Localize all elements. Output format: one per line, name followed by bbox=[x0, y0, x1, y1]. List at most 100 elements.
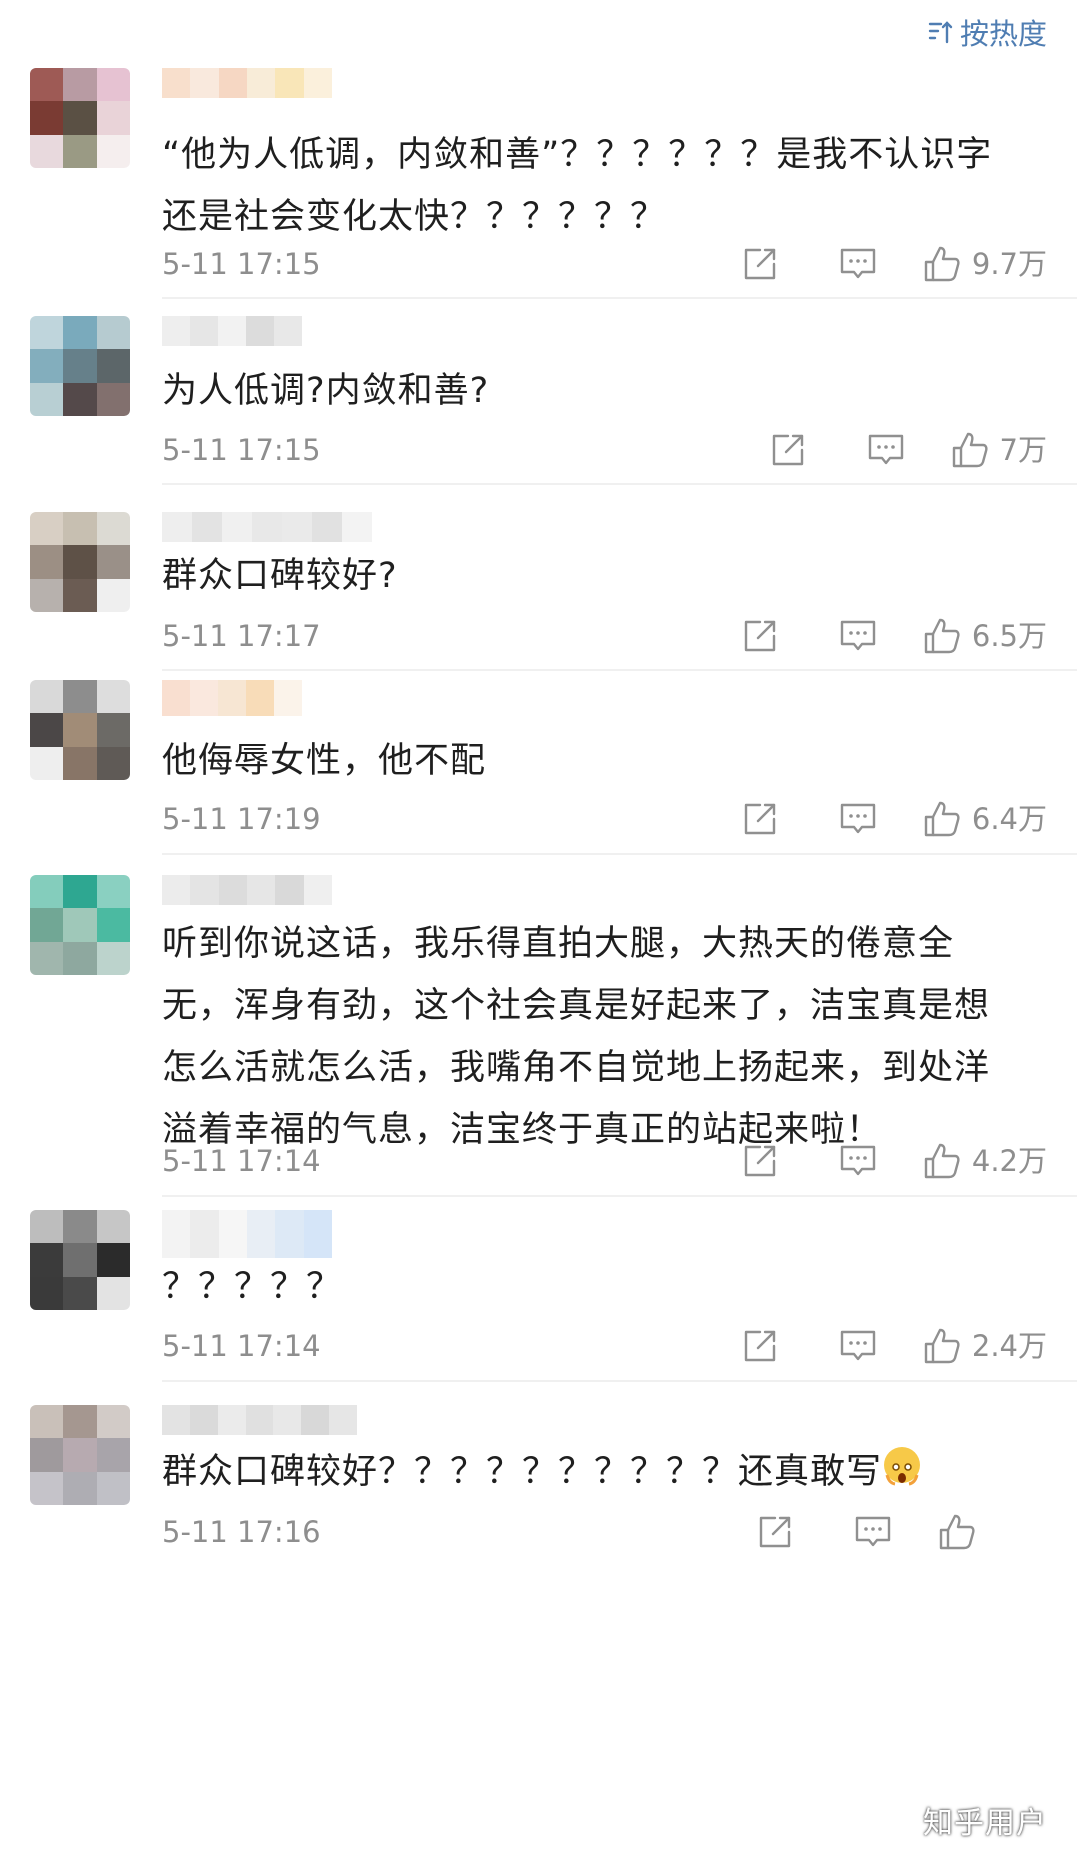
comment-icon bbox=[840, 248, 876, 279]
username-blurred[interactable] bbox=[162, 316, 302, 346]
avatar[interactable] bbox=[30, 1210, 130, 1310]
share-button[interactable] bbox=[740, 616, 780, 656]
share-button[interactable] bbox=[755, 1512, 795, 1552]
share-button[interactable] bbox=[740, 1141, 780, 1181]
avatar-pixel bbox=[30, 578, 64, 612]
reply-button[interactable] bbox=[853, 1512, 893, 1552]
avatar[interactable] bbox=[30, 316, 130, 416]
avatar-pixel bbox=[96, 908, 130, 942]
avatar[interactable] bbox=[30, 680, 130, 780]
username-pixel bbox=[162, 316, 190, 346]
divider bbox=[162, 297, 1077, 299]
username-blurred[interactable] bbox=[162, 512, 387, 542]
comment-text-line: 群众口碑较好? bbox=[162, 556, 398, 596]
like-button[interactable]: 6.4万 bbox=[922, 799, 1047, 839]
avatar-pixel bbox=[30, 1210, 64, 1244]
like-button[interactable] bbox=[937, 1512, 1047, 1552]
avatar-pixel bbox=[63, 875, 97, 909]
share-icon bbox=[744, 1330, 776, 1362]
avatar[interactable] bbox=[30, 875, 130, 975]
username-pixel bbox=[275, 875, 304, 905]
avatar-pixel bbox=[30, 908, 64, 942]
avatar-pixel bbox=[63, 512, 97, 546]
like-button[interactable]: 2.4万 bbox=[922, 1326, 1047, 1366]
username-pixel bbox=[252, 512, 282, 542]
avatar-pixel bbox=[30, 101, 64, 135]
share-button[interactable] bbox=[740, 1326, 780, 1366]
username-pixel bbox=[190, 316, 218, 346]
username-pixel bbox=[218, 316, 246, 346]
username-pixel bbox=[246, 316, 274, 346]
reply-button[interactable] bbox=[866, 430, 906, 470]
username-pixel bbox=[274, 316, 302, 346]
sort-by-hot-button[interactable]: 按热度 bbox=[928, 12, 1047, 52]
comment-text-line: ？？？？？ bbox=[162, 1267, 343, 1307]
avatar-pixel bbox=[30, 382, 64, 416]
sort-icon bbox=[928, 21, 953, 44]
username-blurred[interactable] bbox=[162, 68, 332, 98]
avatar-pixel bbox=[96, 512, 130, 546]
share-button[interactable] bbox=[740, 244, 780, 284]
avatar-pixel bbox=[30, 713, 64, 747]
like-button[interactable]: 7万 bbox=[950, 430, 1047, 470]
username-pixel bbox=[190, 1210, 219, 1258]
avatar-pixel bbox=[63, 1471, 97, 1505]
username-pixel bbox=[303, 1210, 332, 1258]
comment-time: 5-11 17:14 bbox=[162, 1329, 321, 1363]
comment-actions bbox=[755, 1512, 1047, 1552]
sort-bar: 按热度 bbox=[0, 0, 1077, 70]
avatar-pixel bbox=[30, 680, 64, 714]
reply-button[interactable] bbox=[838, 244, 878, 284]
comment-text-line: 还是社会变化太快？？？？？？ bbox=[162, 197, 667, 237]
username-pixel bbox=[312, 512, 342, 542]
username-pixel bbox=[218, 680, 246, 716]
comment-meta: 5-11 17:14 4.2万 bbox=[162, 1141, 1047, 1181]
avatar[interactable] bbox=[30, 1405, 130, 1505]
reply-button[interactable] bbox=[838, 799, 878, 839]
sort-label: 按热度 bbox=[959, 17, 1047, 51]
share-button[interactable] bbox=[740, 799, 780, 839]
share-icon bbox=[744, 620, 776, 652]
reply-button[interactable] bbox=[838, 1326, 878, 1366]
avatar-pixel bbox=[96, 680, 130, 714]
divider bbox=[162, 483, 1077, 485]
like-count: 9.7万 bbox=[971, 247, 1047, 281]
avatar[interactable] bbox=[30, 68, 130, 168]
username-pixel bbox=[301, 1405, 330, 1435]
like-button[interactable]: 9.7万 bbox=[922, 244, 1047, 284]
username-blurred[interactable] bbox=[162, 1405, 357, 1435]
avatar-pixel bbox=[63, 382, 97, 416]
thumbs-up-icon bbox=[939, 1514, 975, 1550]
reply-button[interactable] bbox=[838, 1141, 878, 1181]
comment-icon bbox=[840, 620, 876, 651]
comment-meta: 5-11 17:15 9.7万 bbox=[162, 244, 1047, 284]
thumbs-up-icon bbox=[924, 801, 960, 837]
username-pixel bbox=[162, 875, 191, 905]
like-button[interactable]: 4.2万 bbox=[922, 1141, 1047, 1181]
avatar-pixel bbox=[63, 746, 97, 780]
watermark: 知乎用户 bbox=[923, 1806, 1047, 1841]
username-pixel bbox=[218, 1210, 247, 1258]
share-button[interactable] bbox=[768, 430, 808, 470]
like-count: 6.4万 bbox=[971, 802, 1047, 836]
comment-actions: 6.5万 bbox=[740, 616, 1047, 656]
avatar-pixel bbox=[30, 68, 64, 102]
comment-icon bbox=[868, 434, 903, 465]
like-button[interactable]: 6.5万 bbox=[922, 616, 1047, 656]
like-count: 7万 bbox=[999, 433, 1047, 467]
avatar-pixel bbox=[30, 316, 64, 350]
username-pixel bbox=[162, 680, 190, 716]
reply-button[interactable] bbox=[838, 616, 878, 656]
username-pixel bbox=[303, 68, 332, 98]
username-blurred[interactable] bbox=[162, 680, 302, 716]
comment-text-line: 怎么活就怎么活，我嘴角不自觉地上扬起来，到处洋 bbox=[162, 1048, 991, 1088]
username-pixel bbox=[222, 512, 252, 542]
avatar[interactable] bbox=[30, 512, 130, 612]
comment-icon bbox=[840, 1330, 876, 1361]
username-blurred[interactable] bbox=[162, 875, 332, 905]
avatar-pixel bbox=[63, 1405, 97, 1439]
avatar-pixel bbox=[30, 512, 64, 546]
avatar-pixel bbox=[96, 316, 130, 350]
avatar-pixel bbox=[63, 316, 97, 350]
username-blurred[interactable] bbox=[162, 1210, 332, 1258]
